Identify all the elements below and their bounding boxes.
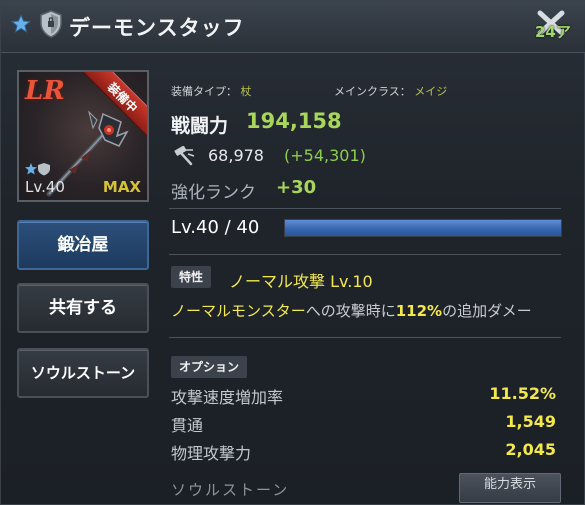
main-class-value: メイジ [414,85,448,98]
divider [169,208,561,209]
combat-power-label: 戦闘力 [171,115,229,137]
rarity-label: LR [25,76,65,106]
share-button[interactable]: 共有する [17,283,149,333]
enhance-rank-value: +30 [276,177,317,198]
trait-description: ノーマルモンスターへの攻撃時に112%の追加ダメー [171,300,563,321]
trait-tag: 特性 [171,266,212,288]
star-shield-mini-icon [25,163,50,176]
option-label: 物理攻撃力 [171,444,252,463]
soulstone-heading: ソウルストーン [171,481,290,499]
shield-lock-icon [40,10,62,38]
max-label: MAX [102,178,141,196]
option-label: 貫通 [171,416,204,435]
enhance-rank-label: 強化ランク [171,183,256,203]
combat-power-value: 194,158 [246,109,342,133]
option-value: 2,045 [505,440,556,459]
level-text: Lv.40 / 40 [171,217,260,238]
level-progress-bar [284,219,562,237]
equip-type: 装備タイプ： 杖 [171,83,252,99]
option-value: 1,549 [505,412,556,431]
main-class: メインクラス： メイジ [334,83,447,99]
timer-badge: 24ア [535,23,571,41]
trait-target: ノーマルモンスター [171,302,306,320]
level-progress-fill [285,220,561,236]
title-bar: デーモンスタッフ 24ア [1,1,585,53]
divider [169,337,561,338]
soulstone-button[interactable]: ソウルストーン [17,348,149,398]
option-label: 攻撃速度増加率 [171,388,284,407]
blacksmith-button[interactable]: 鍛冶屋 [17,220,149,270]
trait-percent: 112% [395,302,443,320]
hammer-icon [174,146,195,166]
trait-desc-mid: への攻撃時に [305,302,396,320]
equip-type-label: 装備タイプ： [171,85,237,98]
main-class-label: メインクラス： [334,85,411,98]
trait-desc-tail: の追加ダメー [442,302,532,320]
show-ability-button[interactable]: 能力表示 [459,473,561,503]
trait-name: ノーマル攻撃 Lv.10 [229,272,373,291]
divider [169,254,561,255]
options-tag: オプション [171,356,248,378]
equip-type-value: 杖 [240,85,252,98]
option-value: 11.52% [489,384,556,403]
item-level: Lv.40 [25,178,65,196]
enhance-stat-bonus: (+54,301) [284,146,366,165]
enhance-stat-value: 68,978 [208,146,264,165]
item-title: デーモンスタッフ [69,16,245,40]
star-icon [11,14,31,34]
item-detail-panel: デーモンスタッフ 24ア LR 装備中 Lv.40 MAX 鍛冶屋 共有する ソ… [0,0,585,505]
item-card[interactable]: LR 装備中 Lv.40 MAX [17,70,149,202]
